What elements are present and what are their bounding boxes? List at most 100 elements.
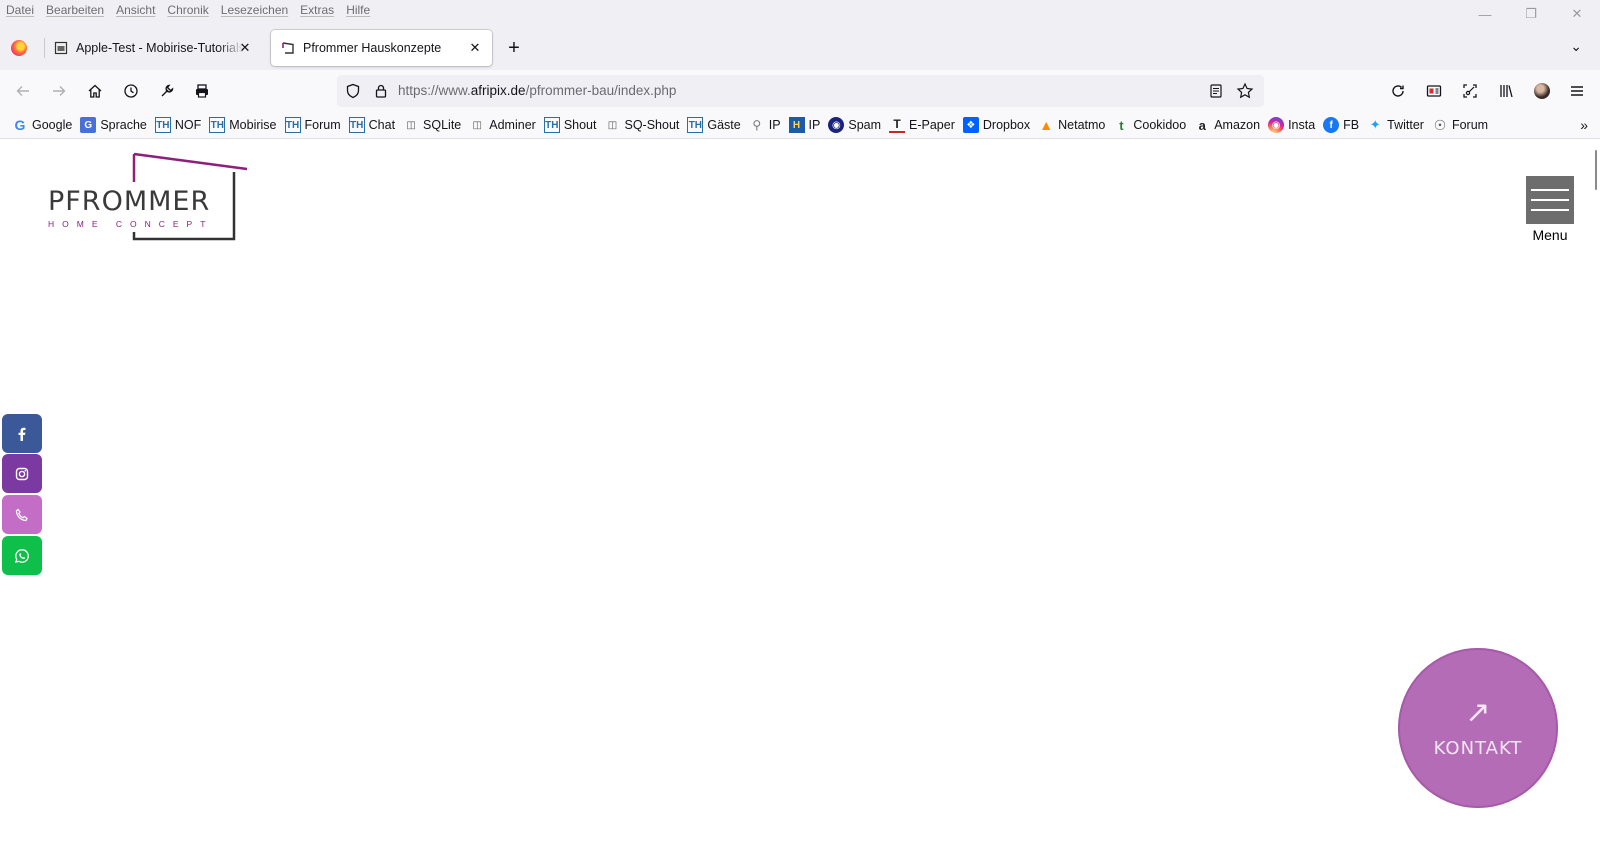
menu-extras[interactable]: Extras xyxy=(300,3,334,17)
instagram-icon xyxy=(15,467,29,480)
bookmarks-bar: G Google G Sprache TH NOF TH Mobirise TH Foru… xyxy=(0,112,1600,139)
epaper-icon: T xyxy=(889,117,906,133)
menu-hilfe[interactable]: Hilfe xyxy=(346,3,370,17)
contact-button[interactable]: ↗ KONTAKT xyxy=(1398,648,1558,808)
bookmark-insta[interactable]: ◉ Insta xyxy=(1268,117,1315,133)
ip-icon: H xyxy=(788,117,805,133)
bookmark-gaeste[interactable]: TH Gäste xyxy=(687,117,741,133)
bookmark-mobirise[interactable]: TH Mobirise xyxy=(209,117,277,133)
menu-label[interactable]: Menu xyxy=(1526,227,1574,243)
new-tab-icon[interactable]: + xyxy=(502,36,526,60)
chevron-double-right-icon[interactable]: » xyxy=(1580,117,1588,133)
close-tab-icon[interactable]: ✕ xyxy=(466,39,484,57)
amazon-icon: a xyxy=(1198,117,1206,133)
menu-button[interactable] xyxy=(1526,176,1574,224)
menu-chronik[interactable]: Chronik xyxy=(167,3,208,17)
pfrommer-logo[interactable]: PFROMMER HOME CONCEPT xyxy=(44,152,254,248)
screenshot-icon[interactable] xyxy=(1458,79,1482,103)
social-facebook-button[interactable] xyxy=(2,414,42,453)
page-content: PFROMMER HOME CONCEPT Menu ↗ KONTAKT xyxy=(0,140,1600,845)
bookmark-shout[interactable]: TH Shout xyxy=(543,117,596,133)
lock-icon[interactable] xyxy=(373,83,389,99)
home-icon[interactable] xyxy=(83,79,107,103)
menu-line xyxy=(1531,199,1569,201)
navigation-bar: https://www.afripix.de/pfrommer-bau/inde… xyxy=(0,70,1600,112)
reader-view-icon[interactable] xyxy=(1208,83,1224,99)
whatsapp-icon xyxy=(15,548,29,563)
cookidoo-icon: t xyxy=(1119,117,1124,133)
bookmark-sprache[interactable]: G Sprache xyxy=(80,117,147,133)
db-icon: ◫ xyxy=(607,119,618,131)
bookmark-spam[interactable]: ◉ Spam xyxy=(828,117,881,133)
bookmark-amazon[interactable]: a Amazon xyxy=(1194,117,1260,133)
th-icon: TH xyxy=(284,117,301,133)
tab-pfrommer[interactable]: Pfrommer Hauskonzepte ✕ xyxy=(271,30,492,66)
menu-lesezeichen[interactable]: Lesezeichen xyxy=(221,3,288,17)
contact-label: KONTAKT xyxy=(1433,737,1523,759)
pfrommer-favicon xyxy=(282,42,294,54)
magnifier-icon: ⚲ xyxy=(752,118,762,132)
url-bar[interactable]: https://www.afripix.de/pfrommer-bau/inde… xyxy=(337,75,1264,107)
forward-icon[interactable] xyxy=(47,79,71,103)
social-whatsapp-button[interactable] xyxy=(2,536,42,575)
translate-icon: G xyxy=(80,117,97,133)
bookmark-forum[interactable]: TH Forum xyxy=(284,117,341,133)
back-icon[interactable] xyxy=(11,79,35,103)
twitter-icon: ✦ xyxy=(1369,117,1381,132)
bookmark-cookidoo[interactable]: t Cookidoo xyxy=(1113,117,1186,133)
logo-subtitle: HOME CONCEPT xyxy=(48,219,214,229)
spam-icon: ◉ xyxy=(828,117,845,133)
th-icon: TH xyxy=(209,117,226,133)
url-text[interactable]: https://www.afripix.de/pfrommer-bau/inde… xyxy=(398,83,676,98)
menu-bar: Datei Bearbeiten Ansicht Chronik Lesezei… xyxy=(0,0,1600,20)
bookmark-chat[interactable]: TH Chat xyxy=(348,117,395,133)
menu-ansicht[interactable]: Ansicht xyxy=(116,3,155,17)
bookmark-twitter[interactable]: ✦ Twitter xyxy=(1367,117,1424,133)
print-icon[interactable] xyxy=(190,79,214,103)
facebook-icon: f xyxy=(1323,117,1340,133)
bookmark-adminer[interactable]: ◫ Adminer xyxy=(469,117,536,133)
tab-bar: Apple-Test - Mobirise-Tutorials ✕ Pfromm… xyxy=(0,20,1600,70)
menu-line xyxy=(1531,209,1569,211)
reader-extension-icon[interactable] xyxy=(1422,79,1446,103)
bookmark-ip-lookup[interactable]: ⚲ IP xyxy=(749,117,780,133)
phone-icon xyxy=(15,508,28,521)
th-icon: TH xyxy=(687,117,704,133)
menu-datei[interactable]: Datei xyxy=(6,3,34,17)
bookmark-epaper[interactable]: T E-Paper xyxy=(889,117,955,133)
bookmark-sqlite[interactable]: ◫ SQLite xyxy=(403,117,461,133)
close-tab-icon[interactable]: ✕ xyxy=(236,39,254,57)
bookmark-sq-shout[interactable]: ◫ SQ-Shout xyxy=(604,117,680,133)
bookmark-star-icon[interactable] xyxy=(1236,82,1254,100)
history-icon[interactable] xyxy=(119,79,143,103)
netatmo-icon: ▲ xyxy=(1039,117,1054,133)
bookmark-netatmo[interactable]: ▲ Netatmo xyxy=(1038,117,1105,133)
shield-icon[interactable] xyxy=(345,83,361,99)
bookmark-nof[interactable]: TH NOF xyxy=(154,117,201,133)
facebook-icon xyxy=(18,427,26,441)
account-avatar-icon[interactable] xyxy=(1530,79,1554,103)
tab-title: Apple-Test - Mobirise-Tutorials xyxy=(76,41,244,55)
bookmark-ip[interactable]: H IP xyxy=(788,117,820,133)
bookmark-fb[interactable]: f FB xyxy=(1323,117,1359,133)
hamburger-menu-icon[interactable] xyxy=(1565,79,1589,103)
reload-icon[interactable] xyxy=(1386,79,1410,103)
th-icon: TH xyxy=(154,117,171,133)
tab-apple-test[interactable]: Apple-Test - Mobirise-Tutorials ✕ xyxy=(44,30,262,66)
wrench-icon[interactable] xyxy=(155,79,179,103)
chevron-down-icon[interactable]: ⌄ xyxy=(1570,38,1582,55)
social-instagram-button[interactable] xyxy=(2,454,42,493)
scrollbar[interactable] xyxy=(1595,150,1597,190)
db-icon: ◫ xyxy=(472,119,482,131)
arrow-up-right-icon: ↗ xyxy=(1465,695,1491,729)
firefox-icon[interactable] xyxy=(11,40,27,56)
social-phone-button[interactable] xyxy=(2,495,42,534)
library-icon[interactable] xyxy=(1494,79,1518,103)
bookmark-dropbox[interactable]: ❖ Dropbox xyxy=(962,117,1030,133)
menu-bearbeiten[interactable]: Bearbeiten xyxy=(46,3,104,17)
dropbox-icon: ❖ xyxy=(962,117,979,133)
th-icon: TH xyxy=(543,117,560,133)
bookmark-google[interactable]: G Google xyxy=(12,117,73,133)
bookmark-forum-globe[interactable]: ☉ Forum xyxy=(1432,117,1488,133)
instagram-icon: ◉ xyxy=(1268,117,1285,133)
